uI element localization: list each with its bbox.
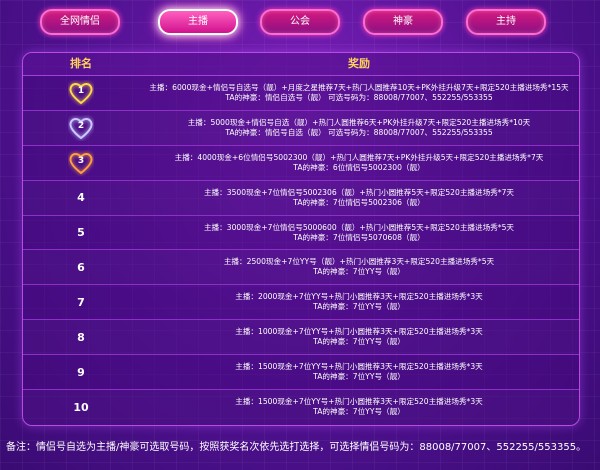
tab-host[interactable]: 主持 <box>466 9 546 35</box>
tycoon-reward-text: TA的神豪：6位情侣号5002300（靓） <box>293 162 425 172</box>
rank-cell: 8 <box>23 320 139 354</box>
tycoon-reward-text: TA的神豪：7位YY号（靓） <box>313 407 405 417</box>
rank-number: 6 <box>77 260 85 274</box>
reward-cell: 主播：1500现金+7位YY号+热门小圆推荐3天+限定520主播进场秀*3天 TA… <box>139 355 579 389</box>
reward-cell: 主播：3500现金+7位情侣号5002306（靓）+热门小圆推荐5天+限定520… <box>139 181 579 215</box>
rank-cell: 10 <box>23 390 139 425</box>
tycoon-reward-text: TA的神豪：7位情侣号5070608（靓） <box>293 232 425 242</box>
table-row: 8 主播：1000现金+7位YY号+热门小圆推荐3天+限定520主播进场秀*3天 T… <box>23 320 579 356</box>
rank-number: 10 <box>73 400 89 414</box>
table-row: 10 主播：1500现金+7位YY号+热门小圆推荐3天+限定520主播进场秀*3天… <box>23 390 579 425</box>
table-row: 7 主播：2000现金+7位YY号+热门小圆推荐3天+限定520主播进场秀*3天 T… <box>23 285 579 321</box>
reward-cell: 主播：1500现金+7位YY号+热门小圆推荐3天+限定520主播进场秀*3天 TA… <box>139 390 579 425</box>
anchor-reward-text: 主播：3500现金+7位情侣号5002306（靓）+热门小圆推荐5天+限定520… <box>203 187 515 197</box>
tycoon-reward-text: TA的神豪：7位YY号（靓） <box>313 302 405 312</box>
reward-column-header: 奖励 <box>348 57 370 70</box>
footer-note: 备注：情侣号自选为主播/神豪可选取号码，按照获奖名次依先选打选择，可选择情侣号码… <box>6 442 587 453</box>
anchor-reward-text: 主播：1500现金+7位YY号+热门小圆推荐3天+限定520主播进场秀*3天 <box>235 362 483 372</box>
tycoon-reward-text: TA的神豪：7位情侣号5002306（靓） <box>293 197 425 207</box>
tab-anchor[interactable]: 主播 <box>158 9 238 35</box>
rank-number: 2 <box>77 120 85 131</box>
tab-bar: 全网情侣 主播 公会 神豪 主持 <box>0 9 600 35</box>
rank-number: 8 <box>77 330 85 344</box>
anchor-reward-text: 主播：6000现金+情侣号自选号（靓）+月度之星推荐7天+热门人圆推荐10天+P… <box>149 82 569 92</box>
rank-number: 5 <box>77 226 85 239</box>
reward-cell: 主播：2500现金+7位YY号（靓）+热门小圆推荐3天+限定520主播进场秀*5… <box>139 250 579 284</box>
table-body: 1 主播：6000现金+情侣号自选号（靓）+月度之星推荐7天+热门人圆推荐10天+… <box>23 76 579 425</box>
rank-cell: 3 <box>23 146 139 180</box>
rank-number: 4 <box>77 191 85 205</box>
rank-number: 1 <box>77 85 85 96</box>
anchor-reward-text: 主播：2500现金+7位YY号（靓）+热门小圆推荐3天+限定520主播进场秀*5… <box>223 257 495 267</box>
tycoon-reward-text: TA的神豪：7位YY号（靓） <box>313 372 405 382</box>
reward-cell: 主播：5000现金+情侣号自选（靓）+热门人圆推荐6天+PK外挂升级7天+限定5… <box>139 111 579 145</box>
anchor-reward-text: 主播：2000现金+7位YY号+热门小圆推荐3天+限定520主播进场秀*3天 <box>235 292 483 302</box>
anchor-reward-text: 主播：4000现金+6位情侣号5002300（靓）+热门人圆推荐7天+PK外挂升… <box>174 152 544 162</box>
reward-cell: 主播：4000现金+6位情侣号5002300（靓）+热门人圆推荐7天+PK外挂升… <box>139 146 579 180</box>
anchor-reward-text: 主播：1000现金+7位YY号+热门小圆推荐3天+限定520主播进场秀*3天 <box>235 327 483 337</box>
rank-number: 7 <box>77 295 85 309</box>
tycoon-reward-text: TA的神豪：情侣号自选（靓） 可选号码为：88008/77007、552255/… <box>225 127 493 137</box>
reward-cell: 主播：1000现金+7位YY号+热门小圆推荐3天+限定520主播进场秀*3天 TA… <box>139 320 579 354</box>
table-row: 5 主播：3000现金+7位情侣号5000600（靓）+热门小圆推荐5天+限定52… <box>23 216 579 251</box>
rank-cell: 2 <box>23 111 139 145</box>
tab-all-couples[interactable]: 全网情侣 <box>40 9 120 35</box>
reward-table: 排名 奖励 1 主播：6000现金+情侣号自选号（靓）+月度之星推荐7天+热门人圆… <box>22 52 580 426</box>
table-row: 6 主播：2500现金+7位YY号（靓）+热门小圆推荐3天+限定520主播进场秀*… <box>23 250 579 286</box>
table-row: 2 主播：5000现金+情侣号自选（靓）+热门人圆推荐6天+PK外挂升级7天+限定… <box>23 111 579 146</box>
table-row: 1 主播：6000现金+情侣号自选号（靓）+月度之星推荐7天+热门人圆推荐10天+… <box>23 76 579 111</box>
rank-cell: 7 <box>23 285 139 319</box>
tab-guild[interactable]: 公会 <box>260 9 340 35</box>
rank-cell: 9 <box>23 355 139 389</box>
heart-rank-icon: 2 <box>68 115 94 141</box>
anchor-reward-text: 主播：5000现金+情侣号自选（靓）+热门人圆推荐6天+PK外挂升级7天+限定5… <box>187 117 531 127</box>
heart-rank-icon: 3 <box>68 150 94 176</box>
table-row: 3 主播：4000现金+6位情侣号5002300（靓）+热门人圆推荐7天+PK外挂… <box>23 146 579 181</box>
anchor-reward-text: 主播：1500现金+7位YY号+热门小圆推荐3天+限定520主播进场秀*3天 <box>235 397 483 407</box>
tycoon-reward-text: TA的神豪：7位YY号（靓） <box>313 337 405 347</box>
table-row: 9 主播：1500现金+7位YY号+热门小圆推荐3天+限定520主播进场秀*3天 T… <box>23 355 579 391</box>
reward-cell: 主播：2000现金+7位YY号+热门小圆推荐3天+限定520主播进场秀*3天 TA… <box>139 285 579 319</box>
heart-rank-icon: 1 <box>68 80 94 106</box>
rank-number: 9 <box>77 365 85 379</box>
rank-cell: 5 <box>23 216 139 250</box>
anchor-reward-text: 主播：3000现金+7位情侣号5000600（靓）+热门小圆推荐5天+限定520… <box>203 222 515 232</box>
table-header: 排名 奖励 <box>23 53 579 76</box>
tycoon-reward-text: TA的神豪：7位YY号（靓） <box>313 267 405 277</box>
reward-cell: 主播：6000现金+情侣号自选号（靓）+月度之星推荐7天+热门人圆推荐10天+P… <box>139 76 579 110</box>
rank-column-header: 排名 <box>70 57 92 70</box>
rank-cell: 1 <box>23 76 139 110</box>
table-row: 4 主播：3500现金+7位情侣号5002306（靓）+热门小圆推荐5天+限定52… <box>23 181 579 216</box>
rank-number: 3 <box>77 155 85 166</box>
tycoon-reward-text: TA的神豪：情侣自选号（靓） 可选号码为：88008/77007、552255/… <box>225 92 493 102</box>
reward-cell: 主播：3000现金+7位情侣号5000600（靓）+热门小圆推荐5天+限定520… <box>139 216 579 250</box>
rank-cell: 6 <box>23 250 139 284</box>
tab-tycoon[interactable]: 神豪 <box>363 9 443 35</box>
rank-cell: 4 <box>23 181 139 215</box>
